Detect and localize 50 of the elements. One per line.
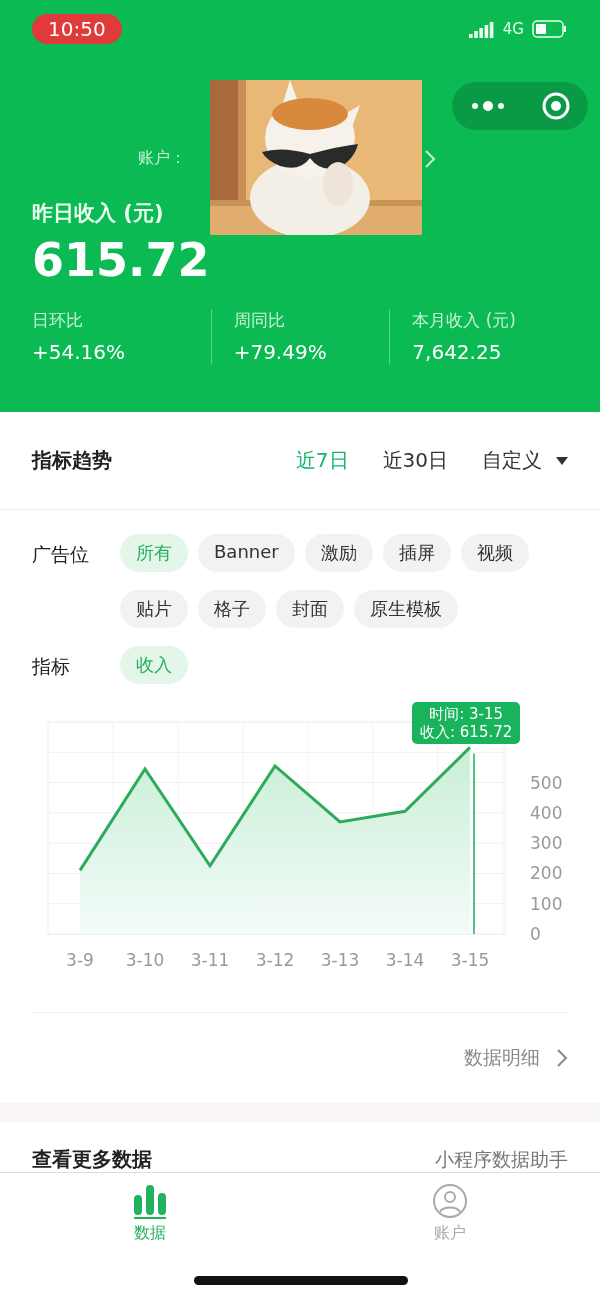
filter-chip[interactable]: 原生模板 bbox=[354, 590, 458, 628]
axis-label: 3-13 bbox=[320, 950, 360, 970]
stat-label: 日环比 bbox=[32, 309, 84, 332]
axis-label: 100 bbox=[530, 893, 563, 914]
axis-label: 500 bbox=[530, 772, 563, 793]
close-target-icon[interactable] bbox=[540, 91, 571, 121]
stat-label: 本月收入 (元) bbox=[412, 309, 517, 332]
range-tab[interactable]: 自定义 bbox=[482, 447, 568, 474]
stat-label: 周同比 bbox=[233, 309, 286, 332]
axis-label: 3-14 bbox=[385, 950, 425, 970]
user-icon bbox=[432, 1183, 468, 1219]
section-title: 查看更多数据 bbox=[32, 1146, 152, 1173]
network-label: 4G bbox=[502, 20, 524, 38]
chart-tooltip: 时间: 3-15 收入: 615.72 bbox=[412, 702, 521, 744]
axis-label: 300 bbox=[530, 833, 563, 854]
axis-label: 200 bbox=[530, 863, 563, 884]
filter-chip[interactable]: 格子 bbox=[198, 590, 266, 628]
axis-label: 3-10 bbox=[125, 950, 165, 970]
chevron-right-icon bbox=[556, 1048, 568, 1068]
signal-icon bbox=[468, 20, 495, 38]
filter-chip[interactable]: 激励 bbox=[304, 534, 373, 572]
account-label: 账户： bbox=[138, 148, 186, 169]
bar-chart-icon bbox=[133, 1183, 167, 1219]
axis-label: 3-15 bbox=[450, 950, 490, 970]
status-time: 10:50 bbox=[32, 14, 122, 44]
filter-label: 指标 bbox=[32, 654, 71, 679]
chevron-right-icon bbox=[424, 148, 436, 169]
yesterday-value: 615.72 bbox=[32, 233, 211, 287]
axis-label: 3-11 bbox=[190, 950, 230, 970]
filter-label: 广告位 bbox=[32, 542, 90, 567]
filter-chip[interactable]: Banner bbox=[198, 534, 295, 572]
assistant-link[interactable]: 小程序数据助手 bbox=[435, 1147, 568, 1173]
stat-value: 7,642.25 bbox=[412, 340, 503, 364]
yesterday-label: 昨日收入 (元) bbox=[32, 200, 165, 227]
filter-chip[interactable]: 贴片 bbox=[120, 590, 188, 628]
axis-label: 400 bbox=[530, 802, 563, 823]
axis-label: 3-12 bbox=[255, 950, 295, 970]
filter-chip[interactable]: 插屏 bbox=[382, 534, 451, 572]
battery-icon bbox=[532, 20, 568, 38]
filter-chip[interactable]: 封面 bbox=[276, 590, 344, 628]
range-tab[interactable]: 近30日 bbox=[382, 447, 448, 474]
stat-value: +54.16% bbox=[32, 340, 127, 364]
more-icon[interactable] bbox=[469, 100, 506, 112]
caret-down-icon bbox=[556, 456, 568, 465]
axis-label: 0 bbox=[530, 924, 541, 944]
section-title: 指标趋势 bbox=[32, 447, 113, 474]
stat-value: +79.49% bbox=[233, 340, 328, 364]
filter-chip[interactable]: 视频 bbox=[460, 534, 529, 572]
axis-label: 3-9 bbox=[66, 950, 94, 970]
detail-link[interactable]: 数据明细 bbox=[464, 1045, 540, 1071]
